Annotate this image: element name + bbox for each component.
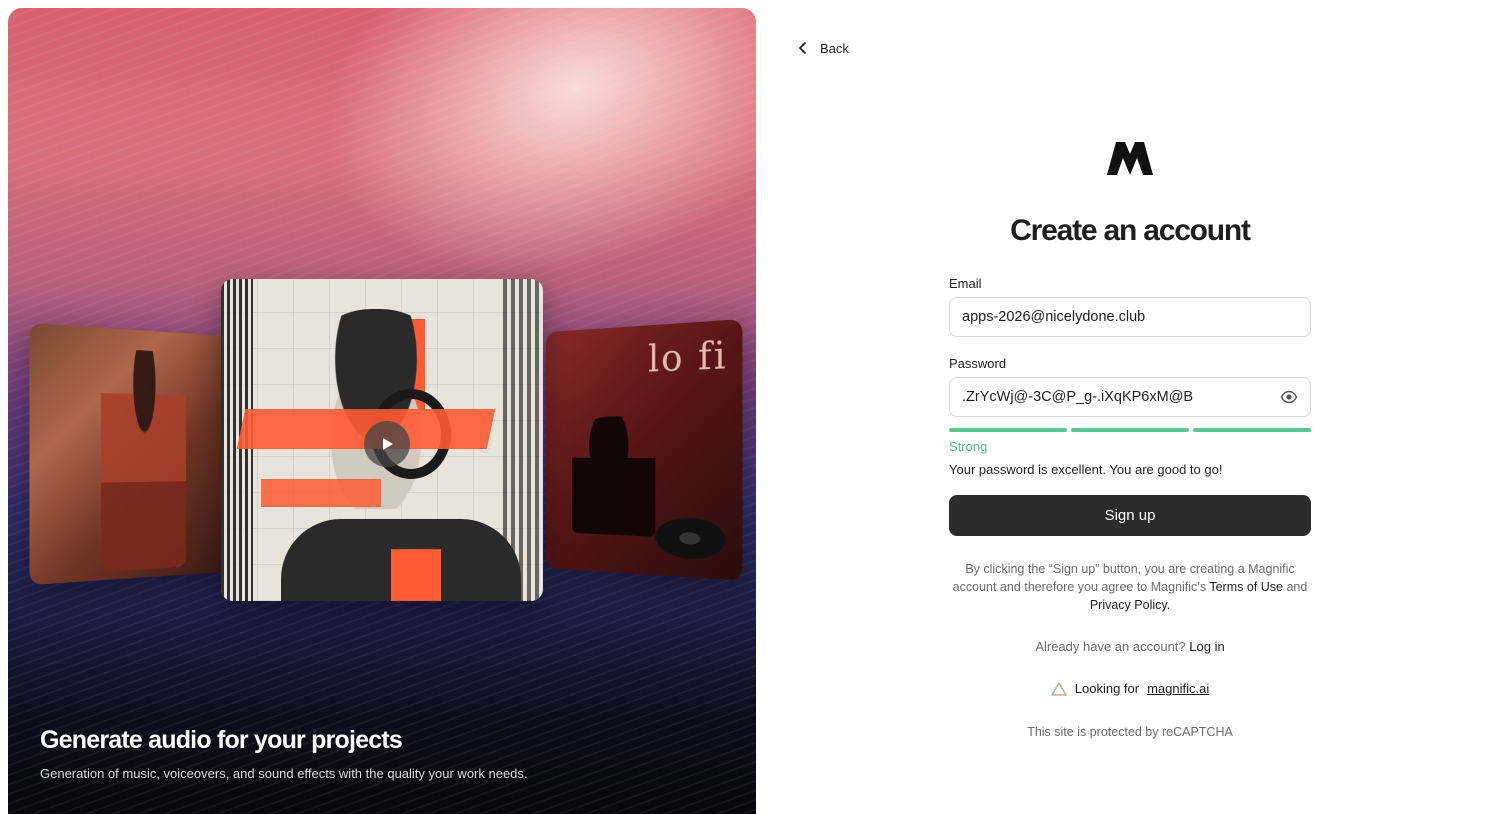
triangle-logo-icon: [1051, 681, 1067, 696]
play-icon: [383, 438, 393, 450]
password-field[interactable]: [962, 389, 1280, 405]
strength-segment: [1071, 428, 1189, 432]
cover-red-block-bottom: [391, 549, 441, 601]
email-label: Email: [949, 276, 982, 291]
play-button[interactable]: [364, 421, 410, 467]
cover-red-streak-small: [261, 479, 381, 507]
email-field[interactable]: [962, 309, 1298, 325]
singer-silhouette: [572, 415, 656, 537]
looking-for-row: Looking for magnific.ai: [949, 681, 1311, 696]
hero-subtitle: Generation of music, voiceovers, and sou…: [40, 766, 528, 781]
looking-text: Looking for: [1074, 681, 1140, 696]
chevron-left-icon: [799, 42, 806, 54]
eye-icon[interactable]: [1280, 388, 1298, 406]
strength-segment: [1193, 428, 1311, 432]
hero-panel: lo fi Generate audio for your projects G…: [8, 8, 756, 814]
hero-title: Generate audio for your projects: [40, 726, 403, 754]
magnific-logo: [1107, 142, 1153, 175]
password-strength-meter: [949, 428, 1311, 432]
password-field-wrapper: [949, 377, 1311, 417]
back-link[interactable]: Back: [796, 38, 849, 58]
magnific-link[interactable]: magnific.ai: [1147, 681, 1209, 696]
recaptcha-notice: This site is protected by reCAPTCHA: [1027, 725, 1233, 739]
already-text: Already have an account?: [1035, 639, 1186, 654]
lofi-cover-text: lo fi: [648, 334, 728, 381]
email-field-wrapper: [949, 297, 1311, 337]
back-label: Back: [820, 40, 849, 56]
terms-of-use-link[interactable]: Terms of Use: [1209, 580, 1283, 594]
strength-message: Your password is excellent. You are good…: [949, 462, 1223, 477]
dancer-figure: [101, 348, 186, 573]
login-prompt: Already have an account? Log in: [949, 639, 1311, 654]
album-card-right: lo fi: [545, 319, 743, 581]
login-link[interactable]: Log in: [1189, 639, 1224, 654]
strength-segment: [949, 428, 1067, 432]
password-label: Password: [949, 356, 1007, 371]
page-title: Create an account: [1010, 214, 1251, 247]
privacy-policy-link[interactable]: Privacy Policy.: [1090, 598, 1170, 612]
strength-label: Strong: [949, 439, 988, 454]
signup-button[interactable]: Sign up: [949, 495, 1311, 536]
album-card-left: [29, 322, 230, 586]
record-player: [655, 516, 726, 561]
terms-and: and: [1286, 580, 1308, 594]
terms-text: By clicking the “Sign up” button, you ar…: [949, 560, 1311, 614]
